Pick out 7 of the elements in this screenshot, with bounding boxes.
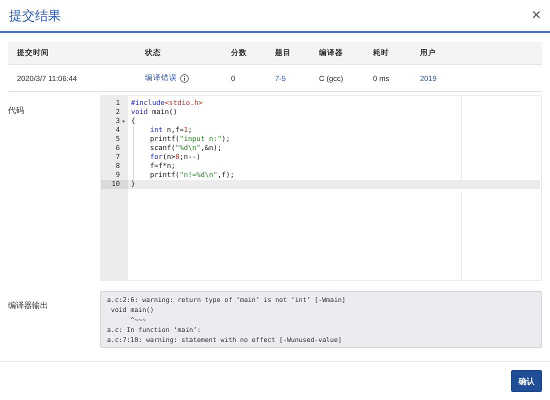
info-icon[interactable] [180, 74, 189, 82]
dialog-title: 提交结果 [9, 6, 61, 24]
compiler-output-label: 编译器输出 [8, 300, 49, 312]
confirm-button[interactable]: 确认 [511, 370, 542, 392]
code-label: 代码 [8, 105, 25, 117]
close-button[interactable]: × [532, 8, 541, 24]
fold-caret-icon[interactable] [121, 119, 126, 124]
